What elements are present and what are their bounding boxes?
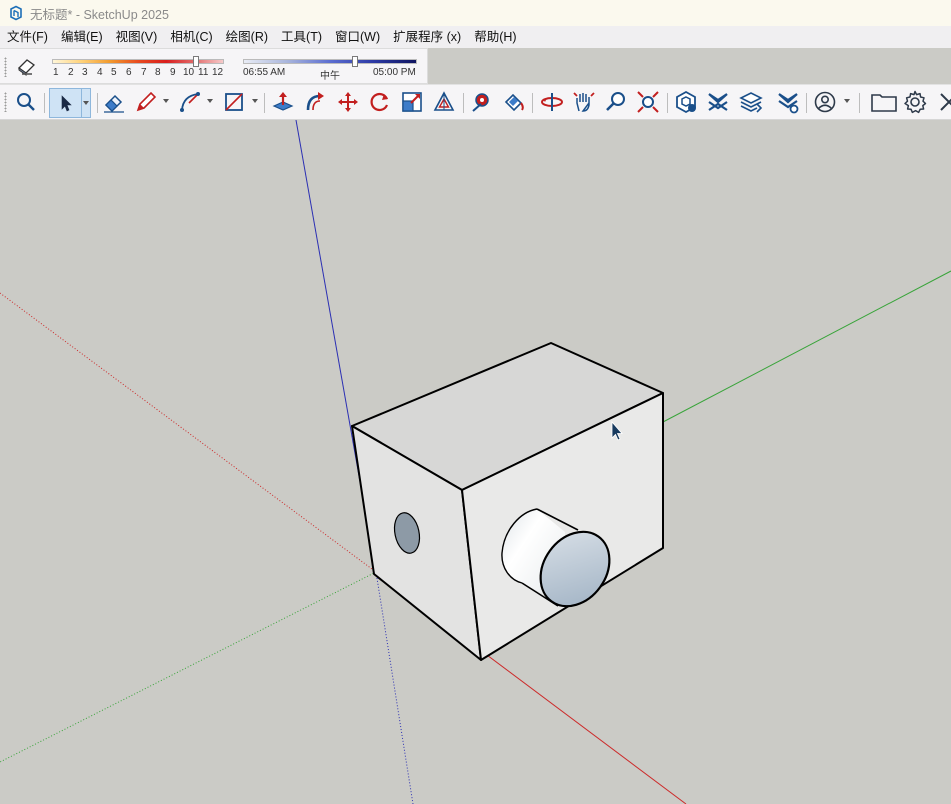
window-title: 无标题* - SketchUp 2025 bbox=[30, 7, 169, 22]
month-tick: 5 bbox=[111, 67, 117, 78]
layers-icon[interactable] bbox=[739, 90, 763, 114]
time-slider-thumb[interactable] bbox=[352, 56, 358, 67]
blue-axis-dotted bbox=[375, 571, 414, 804]
toolbar-separator bbox=[806, 93, 807, 113]
month-tick: 1 bbox=[53, 67, 59, 78]
close-icon[interactable] bbox=[937, 90, 951, 114]
offset-icon[interactable] bbox=[432, 90, 456, 114]
extension-warehouse-icon[interactable] bbox=[706, 90, 730, 114]
month-tick: 10 bbox=[183, 67, 195, 78]
title-bar: 无标题* - SketchUp 2025 bbox=[0, 0, 951, 26]
month-tick: 3 bbox=[82, 67, 88, 78]
menu-edit[interactable]: 编辑(E) bbox=[54, 26, 109, 48]
time-end-label: 05:00 PM bbox=[373, 67, 416, 78]
green-axis-dotted bbox=[0, 571, 377, 763]
pan-icon[interactable] bbox=[572, 90, 596, 114]
pencil-icon[interactable] bbox=[134, 90, 158, 114]
pencil-dropdown-icon[interactable] bbox=[163, 99, 169, 103]
select-icon bbox=[61, 95, 72, 112]
menu-draw[interactable]: 绘图(R) bbox=[219, 26, 274, 48]
time-noon-label: 中午 bbox=[320, 71, 340, 82]
month-ticks: 1 2 3 4 5 6 7 8 9 10 11 12 bbox=[53, 67, 229, 81]
box-model[interactable] bbox=[351, 342, 664, 661]
shadow-settings-icon[interactable] bbox=[14, 55, 38, 77]
model-canvas[interactable] bbox=[0, 120, 951, 804]
sketchup-logo-icon bbox=[10, 5, 22, 21]
settings-icon[interactable] bbox=[903, 90, 927, 114]
menu-file[interactable]: 文件(F) bbox=[0, 26, 54, 48]
zoom-icon[interactable] bbox=[604, 90, 628, 114]
push-pull-icon[interactable] bbox=[271, 90, 295, 114]
month-tick: 2 bbox=[68, 67, 74, 78]
model-viewport[interactable] bbox=[0, 120, 951, 804]
folder-icon[interactable] bbox=[870, 90, 898, 114]
month-tick: 12 bbox=[212, 67, 224, 78]
scene-settings-icon[interactable] bbox=[776, 90, 800, 114]
menu-help[interactable]: 帮助(H) bbox=[467, 26, 522, 48]
month-tick: 9 bbox=[170, 67, 176, 78]
month-slider-thumb[interactable] bbox=[193, 56, 199, 67]
rectangle-icon[interactable] bbox=[222, 90, 246, 114]
move-icon[interactable] bbox=[336, 90, 360, 114]
toolbar-separator bbox=[264, 93, 265, 113]
time-slider-track bbox=[243, 59, 417, 64]
rectangle-dropdown-icon[interactable] bbox=[252, 99, 258, 103]
toolbar-separator bbox=[97, 93, 98, 113]
menu-bar: 文件(F) 编辑(E) 视图(V) 相机(C) 绘图(R) 工具(T) 窗口(W… bbox=[0, 26, 951, 48]
arc-icon[interactable] bbox=[178, 90, 202, 114]
month-tick: 7 bbox=[141, 67, 147, 78]
menu-tools[interactable]: 工具(T) bbox=[274, 26, 328, 48]
account-icon[interactable] bbox=[813, 90, 837, 114]
toolbar-separator bbox=[667, 93, 668, 113]
rotate-icon[interactable] bbox=[368, 90, 392, 114]
menu-view[interactable]: 视图(V) bbox=[109, 26, 164, 48]
select-split bbox=[81, 89, 82, 117]
eraser-icon[interactable] bbox=[102, 90, 126, 114]
menu-window[interactable]: 窗口(W) bbox=[328, 26, 386, 48]
toolbar-separator bbox=[44, 93, 45, 113]
month-tick: 6 bbox=[126, 67, 132, 78]
toolbar-separator bbox=[532, 93, 533, 113]
time-slider[interactable] bbox=[243, 56, 417, 67]
time-start-label: 06:55 AM bbox=[243, 67, 286, 78]
zoom-extents-icon[interactable] bbox=[636, 90, 660, 114]
toolbar-separator bbox=[463, 93, 464, 113]
scale-icon[interactable] bbox=[400, 90, 424, 114]
month-tick: 11 bbox=[198, 67, 209, 78]
tape-measure-icon[interactable] bbox=[470, 90, 494, 114]
warehouse-icon[interactable] bbox=[674, 90, 698, 114]
orbit-icon[interactable] bbox=[540, 90, 564, 114]
red-axis-dotted bbox=[0, 292, 377, 573]
month-slider[interactable] bbox=[52, 56, 224, 67]
toolbar-grip[interactable] bbox=[4, 92, 7, 112]
follow-me-icon[interactable] bbox=[304, 90, 328, 114]
account-dropdown-icon[interactable] bbox=[844, 99, 850, 103]
menu-camera[interactable]: 相机(C) bbox=[163, 26, 218, 48]
month-tick: 8 bbox=[155, 67, 161, 78]
menu-extensions[interactable]: 扩展程序 (x) bbox=[386, 26, 467, 48]
toolbar-grip[interactable] bbox=[4, 57, 7, 77]
select-button[interactable] bbox=[49, 88, 91, 118]
month-tick: 4 bbox=[97, 67, 103, 78]
paint-bucket-icon[interactable] bbox=[501, 90, 525, 114]
search-icon[interactable] bbox=[14, 90, 38, 114]
shadow-toolbar: 1 2 3 4 5 6 7 8 9 10 11 12 06:55 AM 中午 0… bbox=[0, 48, 428, 84]
main-toolbar bbox=[0, 84, 951, 120]
toolbar-separator bbox=[859, 93, 860, 113]
arc-dropdown-icon[interactable] bbox=[207, 99, 213, 103]
select-dropdown-icon[interactable] bbox=[83, 101, 89, 105]
green-axis-solid bbox=[662, 270, 951, 423]
